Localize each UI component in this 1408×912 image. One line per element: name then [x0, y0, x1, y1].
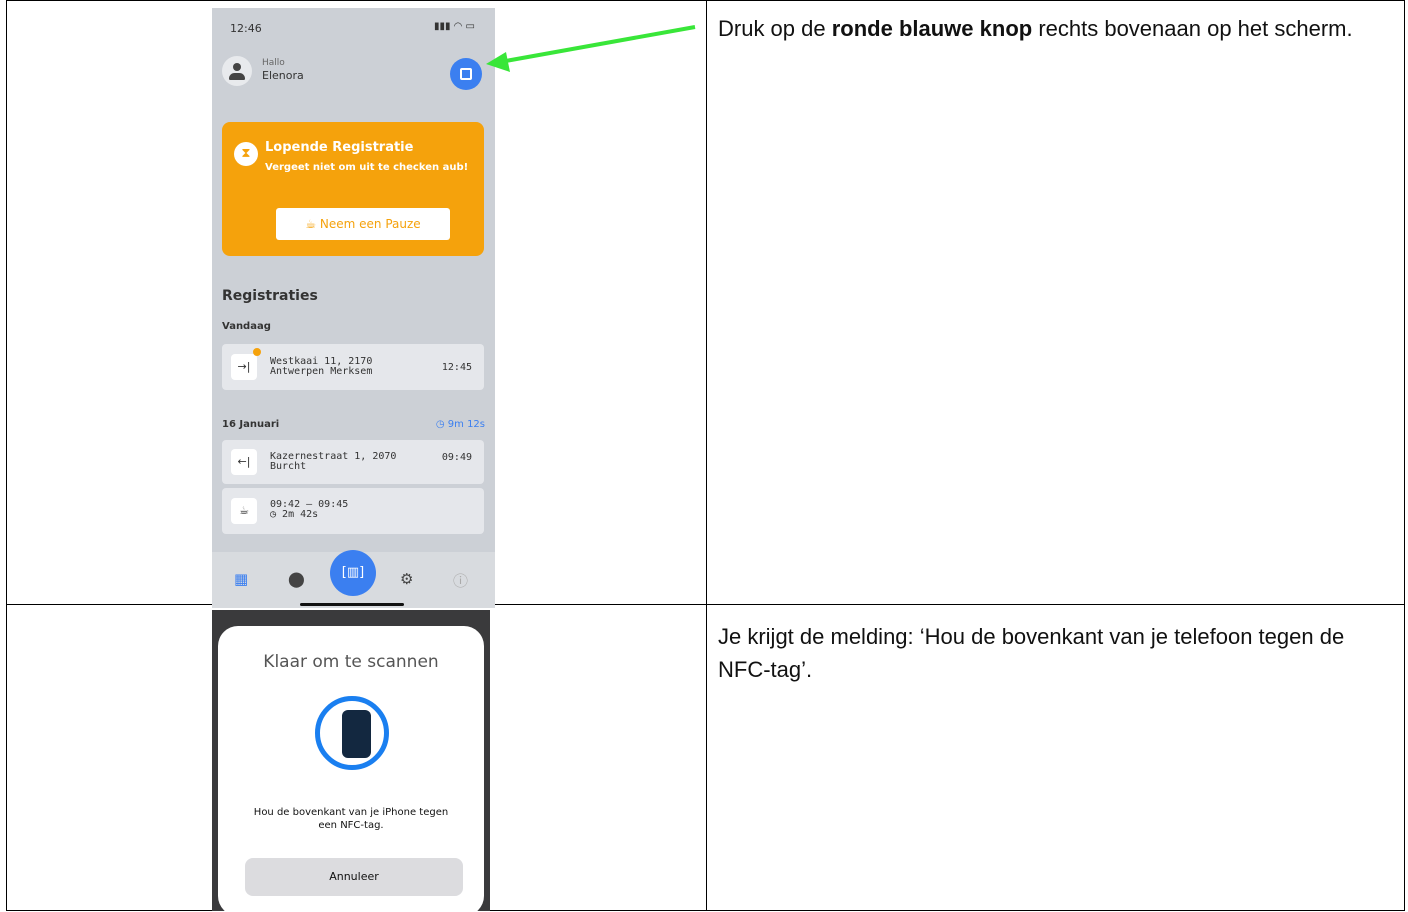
column-divider [706, 1, 707, 910]
nfc-scan-screenshot: Klaar om te scannen Hou de bovenkant van… [212, 610, 490, 911]
registration-card[interactable]: →| Westkaai 11, 2170 Antwerpen Merksem 1… [222, 344, 484, 390]
address-line-2: Burcht [270, 461, 307, 472]
check-out-icon: ←| [231, 449, 257, 475]
card-time: 12:45 [441, 362, 472, 373]
day-duration-value: 9m 12s [447, 419, 485, 430]
take-break-label: Neem een Pauze [319, 217, 421, 231]
user-name: Elenora [262, 69, 304, 82]
step-1-text-bold: ronde blauwe knop [831, 16, 1033, 41]
avatar[interactable] [222, 56, 252, 86]
break-times: 09:42 — 09:45 ◷ 2m 42s [270, 500, 348, 520]
nfc-phone-icon [315, 696, 389, 770]
step-1-instruction: Druk op de ronde blauwe knop rechts bove… [718, 12, 1388, 45]
card-time: 09:49 [441, 452, 472, 463]
card-address: Westkaai 11, 2170 Antwerpen Merksem [270, 357, 372, 377]
break-duration: ◷ 2m 42s [270, 510, 348, 520]
coffee-cup-icon: ☕ [231, 498, 257, 524]
active-dot-icon [253, 348, 261, 356]
message-line-1: Hou de bovenkant van je iPhone tegen [253, 807, 449, 818]
avatar-body-icon [229, 73, 245, 80]
today-label: Vandaag [222, 321, 271, 332]
phone-silhouette-icon [342, 710, 371, 758]
message-line-2: een NFC-tag. [318, 820, 384, 831]
nfc-message: Hou de bovenkant van je iPhone tegen een… [218, 806, 484, 832]
hourglass-icon: ⧗ [234, 142, 258, 166]
take-break-button[interactable]: ☕ Neem een Pauze [276, 208, 450, 240]
date-heading: 16 Januari [222, 419, 280, 430]
step-1-text-start: Druk op de [718, 16, 832, 41]
avatar-head-icon [233, 63, 241, 71]
coffee-cup-icon: ☕ [305, 217, 320, 231]
round-blue-scan-button[interactable] [450, 58, 482, 90]
break-card[interactable]: ☕ 09:42 — 09:45 ◷ 2m 42s [222, 488, 484, 534]
break-duration-value: 2m 42s [282, 509, 319, 520]
greeting: Hallo [262, 58, 285, 68]
home-indicator [300, 603, 404, 606]
status-time: 12:46 [230, 22, 262, 35]
cancel-button[interactable]: Annuleer [245, 858, 463, 896]
status-icons: ▮▮▮ ◠ ▭ [433, 21, 475, 32]
gear-icon[interactable]: ⚙ [400, 570, 413, 588]
running-registration-banner: ⧗ Lopende Registratie Vergeet niet om ui… [222, 122, 484, 256]
step-2-instruction: Je krijgt de melding: ‘Hou de bovenkant … [718, 624, 1345, 682]
sheet-title: Klaar om te scannen [263, 652, 439, 672]
nfc-scan-sheet: Klaar om te scannen Hou de bovenkant van… [218, 626, 484, 911]
scan-fab-button[interactable]: [▥] [330, 550, 376, 596]
app-screenshot-home: 12:46 ▮▮▮ ◠ ▭ Hallo Elenora ⧗ Lopende Re… [212, 8, 495, 608]
dashboard-grid-icon[interactable]: ▦ [234, 570, 248, 588]
banner-subtitle: Vergeet niet om uit te checken aub! [265, 162, 469, 173]
address-line-2: Antwerpen Merksem [270, 366, 373, 377]
qr-scan-icon [460, 68, 472, 80]
banner-title: Lopende Registratie [265, 140, 414, 155]
day-duration: ◷ 9m 12s [436, 419, 485, 430]
step-1-text-end: rechts bovenaan op het scherm. [1032, 16, 1353, 41]
info-icon[interactable]: ⓘ [453, 570, 468, 591]
clock-icon: ◷ [270, 509, 283, 520]
card-address: Kazernestraat 1, 2070 Burcht [270, 452, 396, 472]
registrations-heading: Registraties [222, 288, 318, 304]
clock-icon: ◷ [435, 419, 448, 430]
scan-icon: [▥] [341, 565, 365, 580]
registration-card[interactable]: ←| Kazernestraat 1, 2070 Burcht 09:49 [222, 440, 484, 484]
check-in-icon: →| [231, 354, 257, 380]
location-pin-icon[interactable]: ⬤ [288, 570, 305, 588]
